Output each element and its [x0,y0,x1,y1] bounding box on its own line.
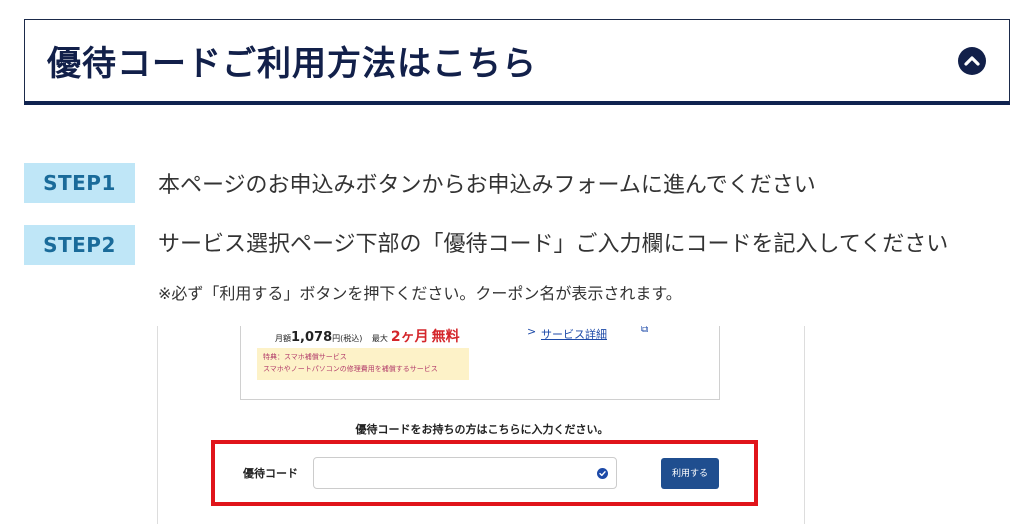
price-prefix: 月額 [275,334,291,343]
service-card: 月額1,078円(税込) 最大 2ヶ月 無料 > サービス詳細 ⧉ 特典：スマホ補償… [240,326,720,400]
price-line: 月額1,078円(税込) 最大 2ヶ月 無料 [275,326,460,346]
service-detail-link[interactable]: サービス詳細 [541,326,607,342]
step-2-text: サービス選択ページ下部の「優待コード」ご入力欄にコードを記入してください [158,232,949,257]
code-input[interactable] [313,457,617,489]
apply-button[interactable]: 利用する [661,458,719,489]
max-value: 2ヶ月 [390,329,429,345]
check-circle-icon [597,468,608,479]
code-label: 優待コード [243,467,298,480]
accordion-header[interactable]: 優待コードご利用方法はこちら [24,19,1010,105]
price-unit: 円(税込) [332,334,363,343]
external-link-icon: ⧉ [641,326,649,335]
accordion-title: 優待コードご利用方法はこちら [47,44,537,84]
step-2-note: ※必ず「利用する」ボタンを押下ください。クーポン名が表示されます。 [158,284,682,303]
highlight-frame: 優待コード 利用する [211,440,758,506]
benefit-title: 特典：スマホ補償サービス [263,353,347,361]
code-prompt: 優待コードをお持ちの方はこちらに入力ください。 [355,423,609,436]
benefit-box: 特典：スマホ補償サービス スマホやノートパソコンの修理費用を補償するサービス [257,348,469,380]
chevron-right-icon: > [527,326,537,338]
page: 優待コードご利用方法はこちら STEP1 本ページのお申込みボタンからお申込みフ… [0,0,1024,524]
step-2-badge: STEP2 [24,225,135,265]
chevron-up-circle-icon[interactable] [958,47,986,75]
max-prefix: 最大 [371,334,388,343]
price-value: 1,078 [291,330,333,345]
step-1-text: 本ページのお申込みボタンからお申込みフォームに進んでください [158,173,816,198]
free-label: 無料 [431,329,460,345]
step-1-badge: STEP1 [24,163,135,203]
example-screenshot: 月額1,078円(税込) 最大 2ヶ月 無料 > サービス詳細 ⧉ 特典：スマホ補償… [157,326,805,524]
benefit-desc: スマホやノートパソコンの修理費用を補償するサービス [263,365,438,373]
